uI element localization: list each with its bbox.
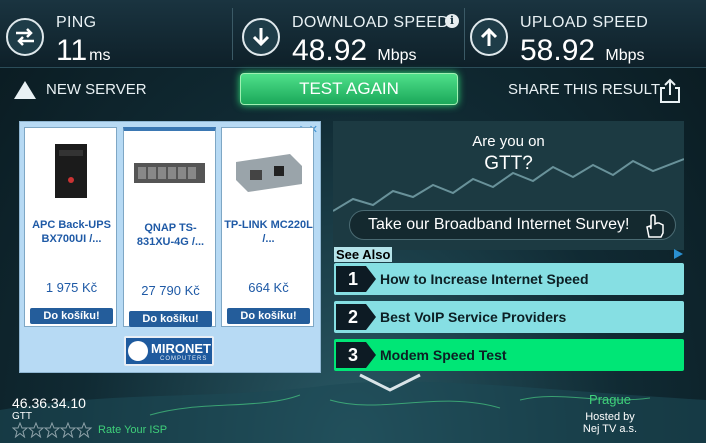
product-ad[interactable]: ▷✕ APC Back-UPS BX700UI /... 1 975 Kč Do… [19, 121, 321, 373]
download-icon [242, 18, 280, 56]
product-card[interactable]: TP-LINK MC220L /... 664 Kč Do košíku! [221, 127, 314, 327]
rate-isp-link[interactable]: Rate Your ISP [98, 424, 167, 436]
add-to-cart-button[interactable]: Do košíku! [129, 311, 212, 327]
server-triangle-icon [14, 81, 36, 99]
item-number: 1 [336, 266, 376, 292]
star-icon [75, 422, 93, 438]
ip-address: 46.36.34.10 [12, 395, 86, 411]
ad-marker-icon[interactable] [672, 248, 684, 260]
upload-value: 58.92 Mbps [520, 34, 645, 67]
see-also-item[interactable]: 2 Best VoIP Service Providers [334, 301, 684, 333]
survey-ad[interactable]: Are you on GTT? Take our Broadband Inter… [333, 121, 684, 250]
item-link[interactable]: How to Increase Internet Speed [380, 271, 589, 287]
divider [232, 8, 233, 60]
hand-pointer-icon [646, 214, 664, 238]
survey-question-line1: Are you on [472, 133, 545, 150]
star-icon [12, 422, 29, 438]
ping-label: PING [56, 14, 97, 31]
results-bar: PING 11 ms DOWNLOAD SPEED 48.92 Mbps i UP… [0, 0, 706, 68]
star-icon [43, 422, 61, 438]
see-also-title: See Also [334, 247, 393, 262]
download-label: DOWNLOAD SPEED [292, 14, 450, 31]
download-value: 48.92 Mbps [292, 34, 417, 67]
upload-icon [470, 18, 508, 56]
ping-metric: PING 11 ms [0, 6, 230, 67]
mironet-emblem-icon [128, 341, 148, 361]
server-info: Prague Hosted by Nej TV a.s. [560, 392, 660, 435]
product-price: 1 975 Kč [45, 280, 98, 295]
item-number: 3 [336, 342, 376, 368]
item-number: 2 [336, 304, 376, 330]
action-row: NEW SERVER TEST AGAIN SHARE THIS RESULT [0, 70, 706, 110]
brand-name: MIRONET [151, 341, 211, 356]
isp-name: GTT [12, 411, 32, 422]
connection-info: 46.36.34.10 GTT [12, 395, 86, 422]
test-again-button[interactable]: TEST AGAIN [240, 73, 458, 105]
product-price: 664 Kč [248, 280, 289, 295]
rating-stars[interactable] [12, 422, 94, 438]
add-to-cart-button[interactable]: Do košíku! [30, 308, 113, 324]
see-also-item[interactable]: 1 How to Increase Internet Speed [334, 263, 684, 295]
download-unit: Mbps [377, 47, 417, 64]
product-price: 27 790 Kč [141, 283, 200, 298]
star-icon [27, 422, 45, 438]
media-converter-image [236, 154, 302, 192]
product-name[interactable]: APC Back-UPS BX700UI /... [27, 218, 116, 246]
upload-label: UPLOAD SPEED [520, 14, 649, 31]
new-server-label: NEW SERVER [46, 81, 147, 98]
product-card[interactable]: APC Back-UPS BX700UI /... 1 975 Kč Do ko… [24, 127, 117, 327]
share-label: SHARE THIS RESULT [508, 81, 660, 98]
star-icon [59, 422, 77, 438]
product-name[interactable]: TP-LINK MC220L /... [224, 218, 313, 246]
brand-sub: COMPUTERS [160, 356, 208, 362]
ping-unit: ms [89, 47, 111, 64]
product-name[interactable]: QNAP TS-831XU-4G /... [126, 221, 215, 249]
upload-unit: Mbps [605, 47, 645, 64]
add-to-cart-button[interactable]: Do košíku! [227, 308, 310, 324]
ups-image [55, 144, 87, 198]
see-also-item[interactable]: 3 Modem Speed Test [334, 339, 684, 371]
survey-cta-button[interactable]: Take our Broadband Internet Survey! [349, 210, 676, 240]
download-metric: DOWNLOAD SPEED 48.92 Mbps [236, 6, 464, 67]
survey-question-line2: GTT? [484, 153, 533, 174]
share-icon [660, 78, 680, 103]
hosted-by-label: Hosted by [585, 411, 635, 423]
item-link[interactable]: Modem Speed Test [380, 347, 507, 363]
upload-metric: UPLOAD SPEED 58.92 Mbps [464, 6, 704, 67]
info-icon[interactable]: i [445, 14, 459, 28]
survey-cta-label: Take our Broadband Internet Survey! [368, 216, 630, 233]
product-card[interactable]: QNAP TS-831XU-4G /... 27 790 Kč Do košík… [123, 127, 216, 327]
host-name: Nej TV a.s. [582, 423, 638, 435]
ping-value: 11 ms [56, 34, 111, 67]
server-city[interactable]: Prague [560, 392, 660, 407]
nas-image [134, 163, 205, 183]
mironet-logo[interactable]: MIRONET COMPUTERS [124, 336, 214, 366]
ping-icon [6, 18, 44, 56]
item-link[interactable]: Best VoIP Service Providers [380, 309, 566, 325]
